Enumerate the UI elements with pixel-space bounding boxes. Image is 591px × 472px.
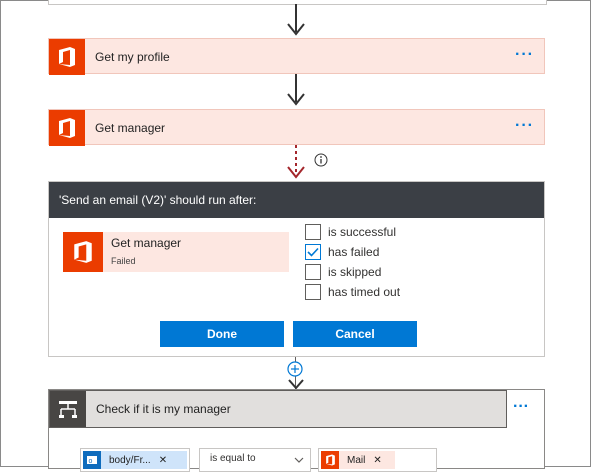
run-after-connector[interactable]: [286, 145, 306, 181]
option-is-successful[interactable]: is successful: [305, 224, 396, 240]
action-title: Get manager: [95, 121, 166, 135]
done-button[interactable]: Done: [160, 321, 284, 347]
token-label: body/Fr...: [109, 454, 151, 466]
remove-token-icon[interactable]: ✕: [159, 455, 167, 466]
checkmark-icon: [307, 247, 319, 257]
connector-arrow-icon: [287, 23, 305, 36]
office-logo-icon: [63, 232, 103, 272]
option-label: is skipped: [328, 265, 382, 279]
more-options-icon[interactable]: ···: [515, 39, 534, 75]
run-after-panel: 'Send an email (V2)' should run after: G…: [48, 181, 545, 357]
more-options-icon[interactable]: ···: [513, 390, 529, 428]
dynamic-content-token[interactable]: o body/Fr... ✕: [83, 451, 187, 469]
checkbox[interactable]: [305, 264, 321, 280]
condition-icon: [50, 391, 86, 427]
action-card-get-my-profile[interactable]: Get my profile ···: [48, 38, 545, 75]
cancel-button[interactable]: Cancel: [293, 321, 417, 347]
option-label: has timed out: [328, 285, 401, 299]
option-label: has failed: [328, 245, 380, 259]
condition-card[interactable]: Check if it is my manager ··· o body/Fr.…: [48, 389, 545, 472]
checkbox[interactable]: [305, 224, 321, 240]
checkbox[interactable]: [305, 244, 321, 260]
source-action-card: Get manager Failed: [63, 232, 289, 272]
info-icon[interactable]: [314, 153, 328, 167]
condition-left-operand[interactable]: o body/Fr... ✕: [80, 448, 190, 472]
checkbox[interactable]: [305, 284, 321, 300]
token-label: Mail: [347, 454, 366, 466]
dynamic-content-token[interactable]: Mail ✕: [321, 451, 395, 469]
run-after-header: 'Send an email (V2)' should run after:: [49, 182, 544, 218]
add-step-icon[interactable]: [287, 361, 303, 377]
action-card-get-manager[interactable]: Get manager ···: [48, 109, 545, 146]
source-action-status: Failed: [111, 256, 136, 266]
operator-value: is equal to: [210, 453, 256, 464]
source-action-title: Get manager: [111, 236, 182, 250]
previous-action-card[interactable]: [48, 0, 547, 5]
connector-arrow-icon: [287, 93, 305, 106]
remove-token-icon[interactable]: ✕: [373, 455, 381, 466]
option-label: is successful: [328, 225, 397, 239]
more-options-icon[interactable]: ···: [515, 110, 534, 146]
office-logo-icon: [321, 451, 339, 469]
action-title: Get my profile: [95, 50, 170, 64]
condition-header[interactable]: Check if it is my manager: [49, 390, 507, 428]
condition-title: Check if it is my manager: [96, 402, 231, 416]
option-is-skipped[interactable]: is skipped: [305, 264, 381, 280]
option-has-timed-out[interactable]: has timed out: [305, 284, 400, 300]
office-logo-icon: [49, 39, 85, 75]
option-has-failed[interactable]: has failed: [305, 244, 379, 260]
chevron-down-icon: [294, 457, 304, 463]
outlook-icon: o: [83, 451, 101, 469]
office-logo-icon: [49, 110, 85, 146]
condition-operator-select[interactable]: is equal to: [199, 448, 311, 472]
condition-right-operand[interactable]: Mail ✕: [318, 448, 437, 472]
svg-text:o: o: [89, 458, 93, 465]
